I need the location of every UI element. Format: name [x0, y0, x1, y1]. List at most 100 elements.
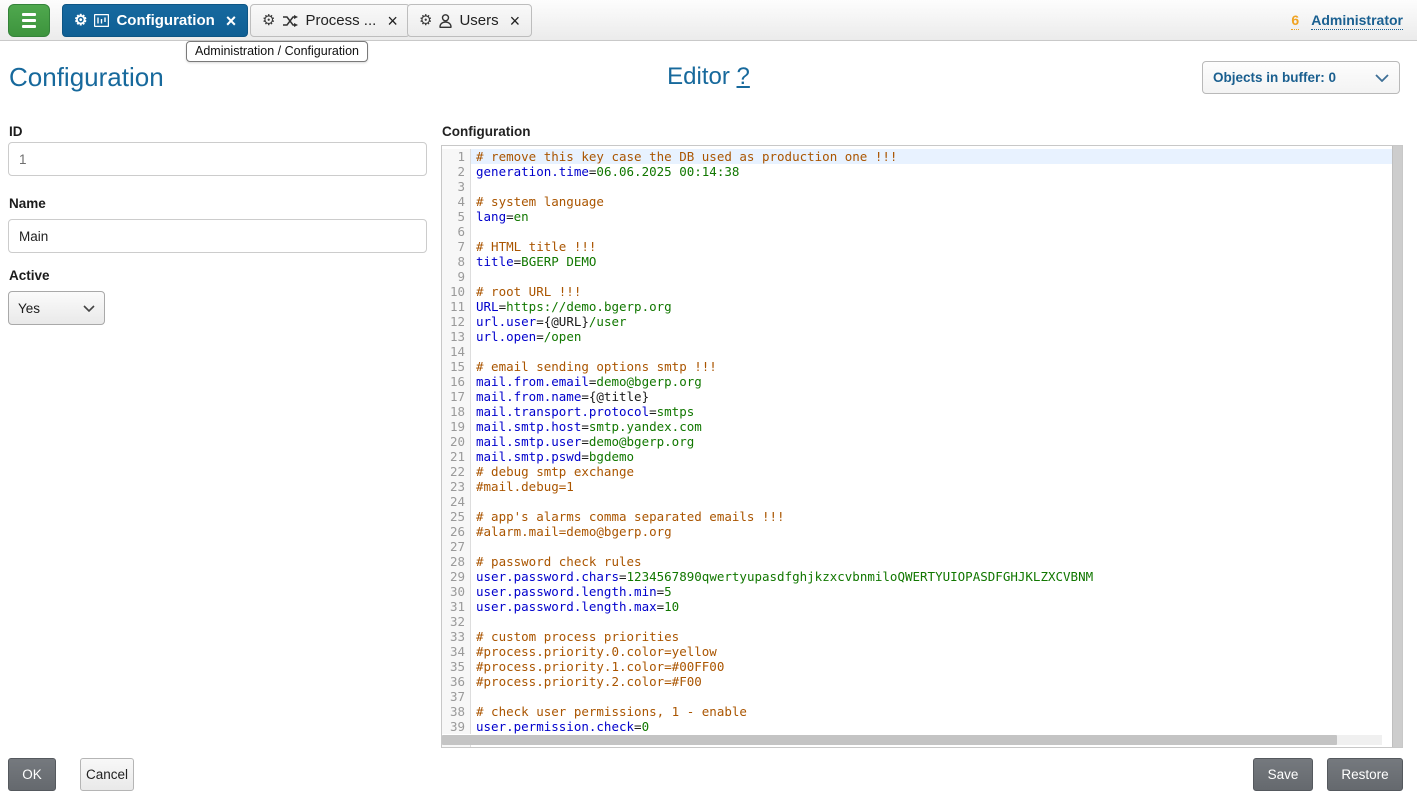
code-line[interactable]: 17mail.from.name={@title} — [442, 389, 1392, 404]
close-icon[interactable]: × — [226, 12, 237, 30]
main-menu-button[interactable] — [8, 4, 50, 37]
code-line[interactable]: 32 — [442, 614, 1392, 629]
line-number: 38 — [442, 704, 471, 719]
gear-icon: ⚙ — [74, 13, 87, 28]
code-line[interactable]: 11URL=https://demo.bgerp.org — [442, 299, 1392, 314]
line-number: 39 — [442, 719, 471, 734]
line-number: 21 — [442, 449, 471, 464]
code-line[interactable]: 13url.open=/open — [442, 329, 1392, 344]
code-line[interactable]: 7# HTML title !!! — [442, 239, 1392, 254]
line-number: 14 — [442, 344, 471, 359]
cancel-button[interactable]: Cancel — [80, 758, 134, 791]
code-line[interactable]: 12url.user={@URL}/user — [442, 314, 1392, 329]
line-number: 8 — [442, 254, 471, 269]
objects-buffer-dropdown[interactable]: Objects in buffer: 0 — [1202, 61, 1400, 94]
chevron-down-icon — [83, 305, 95, 312]
line-number: 31 — [442, 599, 471, 614]
code-editor[interactable]: 1# remove this key case the DB used as p… — [441, 145, 1403, 748]
top-tab-bar: ⚙ Configuration × ⚙ Process ... × ⚙ User… — [0, 0, 1417, 41]
code-line[interactable]: 4# system language — [442, 194, 1392, 209]
code-line[interactable]: 5lang=en — [442, 209, 1392, 224]
line-number: 35 — [442, 659, 471, 674]
user-icon — [439, 14, 452, 28]
code-line[interactable]: 34#process.priority.0.color=yellow — [442, 644, 1392, 659]
config-panel-icon — [94, 14, 109, 27]
code-line[interactable]: 9 — [442, 269, 1392, 284]
horizontal-scrollbar[interactable] — [442, 735, 1382, 745]
line-number: 12 — [442, 314, 471, 329]
line-number: 30 — [442, 584, 471, 599]
code-line[interactable]: 35#process.priority.1.color=#00FF00 — [442, 659, 1392, 674]
code-line-partial: 40 — [442, 745, 1392, 748]
code-line[interactable]: 28# password check rules — [442, 554, 1392, 569]
id-label: ID — [9, 124, 23, 139]
tab-label: Process ... — [305, 12, 376, 29]
close-icon[interactable]: × — [387, 12, 398, 30]
code-line[interactable]: 18mail.transport.protocol=smtps — [442, 404, 1392, 419]
tab-configuration[interactable]: ⚙ Configuration × — [62, 4, 248, 37]
line-number: 26 — [442, 524, 471, 539]
code-lines: 1# remove this key case the DB used as p… — [442, 146, 1392, 748]
code-line[interactable]: 36#process.priority.2.color=#F00 — [442, 674, 1392, 689]
code-line[interactable]: 22# debug smtp exchange — [442, 464, 1392, 479]
line-number: 37 — [442, 689, 471, 704]
code-line[interactable]: 30user.password.length.min=5 — [442, 584, 1392, 599]
current-user-link[interactable]: Administrator — [1311, 12, 1403, 30]
line-number: 28 — [442, 554, 471, 569]
code-line[interactable]: 3 — [442, 179, 1392, 194]
id-field[interactable] — [8, 142, 427, 176]
line-number: 33 — [442, 629, 471, 644]
code-line[interactable]: 23#mail.debug=1 — [442, 479, 1392, 494]
user-box: 6 Administrator — [1291, 12, 1403, 30]
horizontal-scrollbar-thumb[interactable] — [442, 735, 1337, 745]
code-line[interactable]: 25# app's alarms comma separated emails … — [442, 509, 1392, 524]
notification-counter[interactable]: 6 — [1291, 12, 1299, 30]
save-button[interactable]: Save — [1253, 758, 1313, 791]
line-number: 4 — [442, 194, 471, 209]
line-number: 23 — [442, 479, 471, 494]
code-line[interactable]: 31user.password.length.max=10 — [442, 599, 1392, 614]
ok-button[interactable]: OK — [8, 758, 56, 791]
code-line[interactable]: 8title=BGERP DEMO — [442, 254, 1392, 269]
chevron-down-icon — [1375, 74, 1389, 82]
line-number: 36 — [442, 674, 471, 689]
code-line[interactable]: 19mail.smtp.host=smtp.yandex.com — [442, 419, 1392, 434]
code-line[interactable]: 16mail.from.email=demo@bgerp.org — [442, 374, 1392, 389]
line-number: 6 — [442, 224, 471, 239]
code-line[interactable]: 2generation.time=06.06.2025 00:14:38 — [442, 164, 1392, 179]
code-line[interactable]: 29user.password.chars=1234567890qwertyup… — [442, 569, 1392, 584]
code-line[interactable]: 27 — [442, 539, 1392, 554]
code-line[interactable]: 26#alarm.mail=demo@bgerp.org — [442, 524, 1392, 539]
line-number: 27 — [442, 539, 471, 554]
close-icon[interactable]: × — [510, 12, 521, 30]
code-line[interactable]: 20mail.smtp.user=demo@bgerp.org — [442, 434, 1392, 449]
code-line[interactable]: 39user.permission.check=0 — [442, 719, 1392, 734]
line-number: 29 — [442, 569, 471, 584]
line-number: 7 — [442, 239, 471, 254]
code-line[interactable]: 6 — [442, 224, 1392, 239]
line-number: 5 — [442, 209, 471, 224]
code-line[interactable]: 38# check user permissions, 1 - enable — [442, 704, 1392, 719]
code-line[interactable]: 14 — [442, 344, 1392, 359]
restore-button[interactable]: Restore — [1327, 758, 1403, 791]
line-number: 19 — [442, 419, 471, 434]
help-link[interactable]: ? — [737, 63, 750, 90]
tab-process[interactable]: ⚙ Process ... × — [250, 4, 410, 37]
code-line[interactable]: 1# remove this key case the DB used as p… — [442, 149, 1392, 164]
code-line[interactable]: 37 — [442, 689, 1392, 704]
code-line[interactable]: 21mail.smtp.pswd=bgdemo — [442, 449, 1392, 464]
name-field[interactable] — [8, 219, 427, 253]
tab-tooltip: Administration / Configuration — [186, 41, 368, 62]
line-number: 18 — [442, 404, 471, 419]
code-line[interactable]: 24 — [442, 494, 1392, 509]
shuffle-icon — [282, 15, 298, 27]
active-select[interactable]: Yes — [8, 291, 105, 325]
configuration-editor-label: Configuration — [442, 124, 530, 139]
line-number: 15 — [442, 359, 471, 374]
line-number: 9 — [442, 269, 471, 284]
code-line[interactable]: 10# root URL !!! — [442, 284, 1392, 299]
tab-users[interactable]: ⚙ Users × — [407, 4, 532, 37]
vertical-scrollbar[interactable] — [1392, 146, 1402, 747]
code-line[interactable]: 33# custom process priorities — [442, 629, 1392, 644]
code-line[interactable]: 15# email sending options smtp !!! — [442, 359, 1392, 374]
